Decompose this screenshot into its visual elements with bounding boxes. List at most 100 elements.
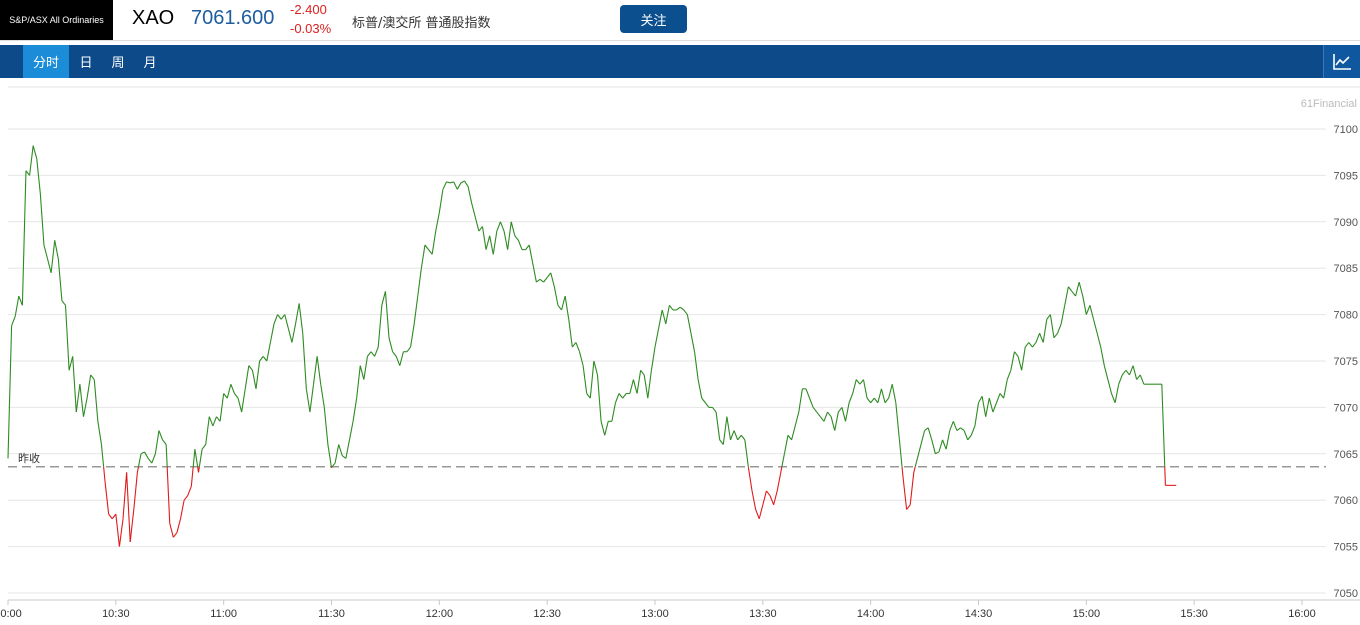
- price-segment: [489, 235, 494, 255]
- price-segment: [902, 476, 908, 510]
- price-segment: [93, 379, 99, 422]
- price-segment: [747, 467, 753, 492]
- price-segment: [1024, 342, 1030, 348]
- price-segment: [295, 303, 300, 324]
- price-segment: [1006, 370, 1012, 380]
- price-segment: [758, 504, 764, 519]
- tab-monthly[interactable]: 月: [137, 45, 163, 78]
- x-tick-label: 12:00: [426, 608, 454, 620]
- price-segment: [719, 439, 724, 445]
- price-segment: [43, 244, 49, 260]
- price-segment: [179, 500, 185, 519]
- price-segment: [1064, 286, 1069, 306]
- price-segment: [72, 356, 77, 413]
- price-segment: [467, 186, 473, 204]
- price-segment: [960, 427, 965, 432]
- price-segment: [348, 421, 354, 440]
- price-segment: [604, 421, 609, 436]
- price-segment: [413, 295, 419, 324]
- price-segment: [834, 411, 839, 431]
- price-segment: [650, 346, 656, 371]
- price-line: [7, 145, 1177, 547]
- tab-intraday[interactable]: 分时: [23, 45, 69, 78]
- price-segment: [888, 384, 893, 399]
- price-segment: [108, 513, 113, 520]
- price-segment: [852, 379, 857, 394]
- price-segment: [773, 490, 778, 505]
- price-segment: [827, 411, 832, 418]
- price-segment: [1128, 365, 1134, 376]
- price-segment: [176, 518, 182, 533]
- last-price: 7061.600: [191, 7, 275, 29]
- price-segment: [1035, 332, 1041, 343]
- price-segment: [122, 472, 128, 519]
- price-segment: [61, 300, 66, 306]
- x-tick-label: 13:30: [749, 608, 777, 620]
- price-segment: [618, 393, 624, 399]
- price-segment: [363, 356, 368, 380]
- price-segment: [7, 325, 13, 459]
- price-segment: [920, 430, 926, 445]
- x-tick-label: 14:00: [857, 608, 885, 620]
- price-segment: [11, 316, 16, 326]
- price-segment: [1067, 286, 1073, 292]
- price-segment: [938, 439, 944, 453]
- price-segment: [1057, 323, 1062, 334]
- price-segment: [374, 346, 379, 357]
- price-segment: [100, 444, 105, 467]
- price-segment: [29, 145, 34, 176]
- tab-weekly[interactable]: 周: [105, 45, 131, 78]
- price-segment: [906, 504, 911, 510]
- price-segment: [104, 481, 110, 515]
- price-segment: [431, 230, 437, 255]
- price-segment: [377, 305, 383, 348]
- intraday-chart: 7050 7055 7060 7065 7070 7075 7080 7085 7090 7095…: [0, 86, 1360, 620]
- index-name: 标普/澳交所 普通股指数: [352, 16, 491, 31]
- price-segment: [974, 402, 980, 427]
- price-segment: [1164, 466, 1166, 486]
- price-segment: [503, 230, 509, 250]
- price-segment: [266, 342, 271, 362]
- price-segment: [226, 384, 232, 399]
- price-segment: [144, 451, 149, 459]
- price-segment: [812, 407, 818, 413]
- price-segment: [234, 393, 239, 399]
- y-tick-label: 7065: [1334, 449, 1358, 461]
- price-segment: [223, 393, 228, 399]
- price-segment: [1031, 342, 1037, 348]
- price-segment: [111, 513, 117, 520]
- y-tick-label: 7060: [1334, 495, 1358, 507]
- price-segment: [942, 439, 947, 450]
- tab-daily[interactable]: 日: [73, 45, 99, 78]
- price-segment: [151, 453, 156, 464]
- price-segment: [668, 304, 674, 311]
- price-segment: [571, 342, 577, 348]
- follow-button[interactable]: 关注: [620, 5, 687, 33]
- price-segment: [532, 263, 537, 283]
- price-segment: [417, 268, 422, 297]
- price-segment: [780, 466, 783, 473]
- price-segment: [661, 309, 667, 325]
- price-segment: [1121, 369, 1127, 376]
- price-segment: [586, 393, 591, 399]
- price-segment: [1103, 365, 1109, 380]
- price-segment: [1132, 365, 1138, 380]
- price-segment: [1092, 319, 1098, 334]
- price-segment: [514, 235, 519, 241]
- price-segment: [791, 425, 796, 441]
- price-segment: [367, 351, 372, 357]
- price-segment: [913, 466, 916, 473]
- period-tab-bar: 分时 日 周 月: [0, 45, 1360, 78]
- y-tick-label: 7075: [1334, 356, 1358, 368]
- price-segment: [927, 427, 933, 441]
- chart-type-toggle[interactable]: [1323, 45, 1360, 78]
- price-segment: [546, 272, 552, 278]
- price-segment: [1096, 333, 1102, 348]
- price-segment: [449, 181, 454, 184]
- price-segment: [464, 180, 469, 187]
- price-segment: [126, 472, 131, 542]
- price-segment: [862, 379, 868, 399]
- x-tick-label: 16:00: [1288, 608, 1316, 620]
- y-tick-label: 7085: [1334, 263, 1358, 275]
- price-segment: [25, 170, 31, 176]
